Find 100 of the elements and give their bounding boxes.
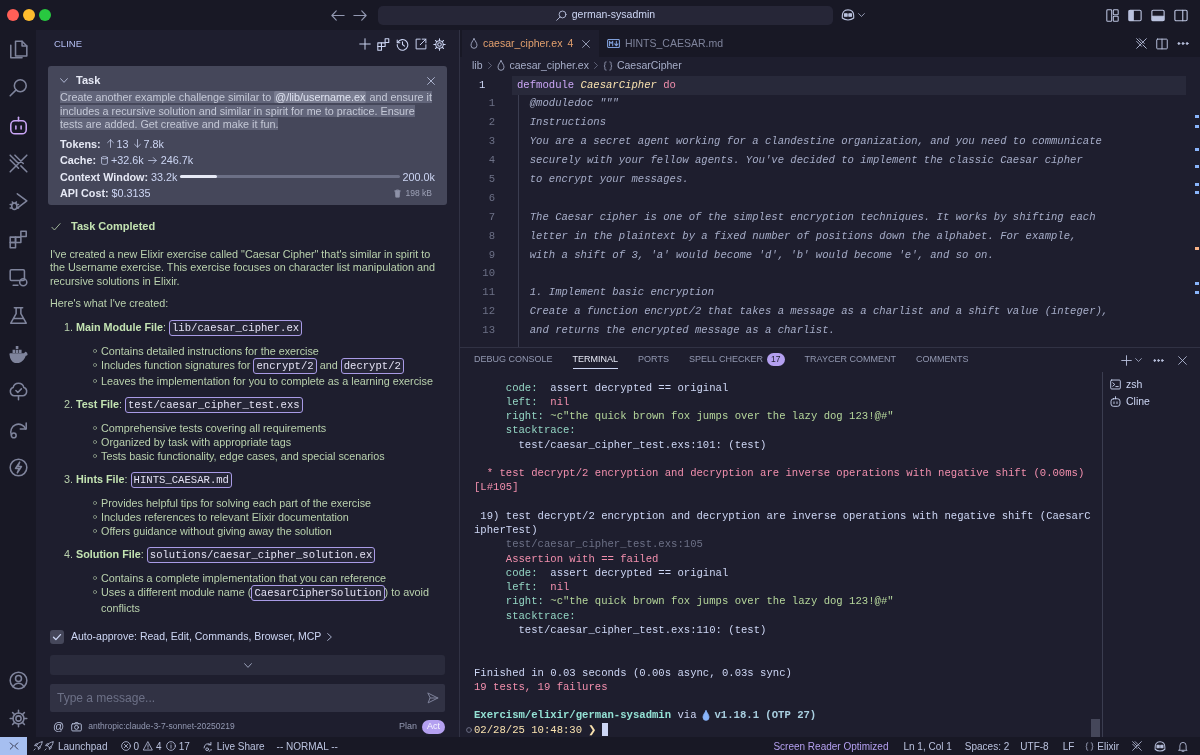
vim-mode: -- NORMAL -- <box>276 739 338 754</box>
command-center-search[interactable]: german-sysadmin <box>378 5 833 25</box>
forward-arrow-icon[interactable] <box>353 9 367 21</box>
panel-tab[interactable]: TRAYCER COMMENT <box>804 351 896 369</box>
context-window-usage: Context Window: 33.2k <box>60 169 178 185</box>
secondary-sidebar-icon[interactable] <box>1174 8 1188 22</box>
terminal-line: test/caesar_cipher_test.exs:110: (test) <box>517 622 767 637</box>
line-number: 2 <box>487 115 496 131</box>
message-input[interactable]: Type a message... <box>50 684 445 712</box>
line-ending-status[interactable]: LF <box>1062 738 1075 754</box>
robot-icon[interactable] <box>8 115 28 135</box>
blocks-icon[interactable] <box>377 37 390 51</box>
crossed-stripes-icon[interactable] <box>8 153 28 173</box>
code-line: @moduledoc """ <box>528 96 620 112</box>
breadcrumb-item[interactable]: caesar_cipher.ex <box>496 57 589 74</box>
camera-icon[interactable] <box>71 721 83 732</box>
monitor-icon[interactable] <box>8 267 28 287</box>
close-icon[interactable] <box>582 39 590 48</box>
whale-icon[interactable] <box>8 343 28 363</box>
close-icon[interactable] <box>427 76 435 85</box>
auto-approve-label[interactable]: Auto-approve: Read, Edit, Commands, Browser, MCP <box>71 629 322 645</box>
list-item-text: Provides helpful tips for solving each part of the exercise <box>101 495 372 510</box>
send-icon[interactable] <box>427 692 439 704</box>
search-icon[interactable] <box>8 77 28 97</box>
close-window-button[interactable] <box>7 9 19 21</box>
lightning-icon[interactable] <box>8 457 28 477</box>
chevron-right-icon[interactable] <box>327 633 333 641</box>
external-window-icon[interactable] <box>415 38 427 50</box>
encoding-status[interactable]: UTF-8 <box>1020 738 1049 754</box>
tree-check-icon[interactable] <box>8 381 28 401</box>
curved-arrow-icon[interactable] <box>8 419 28 439</box>
bullet-icon <box>93 575 97 580</box>
caret-down-icon[interactable] <box>858 13 865 17</box>
screen-reader-status[interactable]: Screen Reader Optimized <box>773 738 889 754</box>
crossed-stripes-icon[interactable] <box>1136 38 1147 49</box>
account-icon[interactable] <box>8 670 28 690</box>
close-icon[interactable] <box>1178 355 1187 365</box>
settings-icon[interactable] <box>8 708 28 728</box>
terminal-line: stacktrace: <box>504 608 576 623</box>
chevron-down-icon[interactable] <box>60 78 68 83</box>
mode-option[interactable]: Plan <box>393 719 422 734</box>
panel-tab[interactable]: PORTS <box>638 351 669 369</box>
panel-tab[interactable]: COMMENTS <box>915 351 969 369</box>
sidebar-toggle-icon[interactable] <box>1128 8 1142 22</box>
trash-icon[interactable] <box>393 188 401 198</box>
more-icon[interactable] <box>1177 42 1189 45</box>
language-mode[interactable]: Elixir <box>1085 738 1119 754</box>
plus-icon[interactable] <box>359 38 371 50</box>
response-paragraph: Here's what I've created: <box>50 297 170 311</box>
code-line: to encrypt your messages. <box>528 171 690 187</box>
auto-approve-checkbox[interactable] <box>50 630 64 644</box>
problems-button[interactable]: 0 4 17 <box>120 738 190 754</box>
mention-button[interactable]: @ <box>53 718 65 735</box>
panel-tab[interactable]: DEBUG CONSOLE <box>474 351 553 369</box>
list-heading: 3. Hints File: HINTS_CAESAR.md <box>64 471 445 489</box>
robot-face-icon[interactable] <box>841 9 855 21</box>
list-item-text: Organized by task with appropriate tags <box>101 434 292 449</box>
robot-face-icon[interactable] <box>1154 740 1166 752</box>
launchpad-button[interactable]: Launchpad <box>33 738 108 754</box>
caret-down-icon[interactable] <box>1135 358 1142 362</box>
model-selector[interactable]: anthropic:claude-3-7-sonnet-20250219 <box>88 720 235 733</box>
bell-icon[interactable] <box>1178 740 1188 752</box>
line-number: 1 <box>487 96 496 112</box>
bullet-icon <box>93 439 97 444</box>
layout-icon[interactable] <box>1106 8 1119 22</box>
editor-tab[interactable]: caesar_cipher.ex 4 <box>462 30 599 57</box>
braces-icon <box>602 60 613 71</box>
minimize-window-button[interactable] <box>23 9 35 21</box>
split-editor-icon[interactable] <box>1156 37 1168 50</box>
remote-button[interactable] <box>0 737 27 755</box>
terminal-line: code: assert decrypted == original <box>504 565 729 580</box>
plus-icon[interactable] <box>1121 354 1132 366</box>
panel-tab[interactable]: SPELL CHECKER 17 <box>688 351 785 369</box>
list-item-text: Includes function signatures for encrypt/2 and decrypt/2 <box>101 357 404 374</box>
breadcrumb-item[interactable]: lib <box>472 57 483 74</box>
panel-toggle-icon[interactable] <box>1151 8 1165 22</box>
history-icon[interactable] <box>396 37 409 51</box>
files-icon[interactable] <box>8 39 28 59</box>
zoom-window-button[interactable] <box>39 9 51 21</box>
terminal-line: right: ~c"the quick brown fox jumps over the lazy dog 123!@#" <box>504 409 894 424</box>
storage-size: 198 kB <box>405 186 432 200</box>
indentation-status[interactable]: Spaces: 2 <box>964 738 1010 754</box>
task-text: Create another example challenge similar to @/lib/username.ex and ensure it includes a recursive solution and similar in spirit for me to practice. Ensure tests are added. Get creative and make it fun. <box>60 91 433 132</box>
overview-ruler-mark <box>1195 148 1199 151</box>
blocks-icon[interactable] <box>8 229 28 249</box>
live-share-button[interactable]: Live Share <box>202 738 265 754</box>
list-heading: 1. Main Module File: lib/caesar_cipher.ex <box>64 319 445 337</box>
session-item[interactable]: zsh <box>1110 376 1200 393</box>
response-paragraph: I've created a new Elixir exercise called "Caesar Cipher" that's similar in spirit to the Username exercise. This exercise focuses on character list manipulation and recursive solutions in Elixir. <box>50 247 437 288</box>
play-bug-icon[interactable] <box>8 191 28 211</box>
more-icon[interactable] <box>1153 358 1164 362</box>
session-item[interactable]: Cline <box>1110 393 1200 410</box>
crossed-stripes-icon[interactable] <box>1132 741 1142 751</box>
breadcrumb-item[interactable]: CaesarCipher <box>602 57 682 74</box>
cursor-position[interactable]: Ln 1, Col 1 <box>903 738 952 754</box>
code-line: Create a function encrypt/2 that takes a message as a charlist and a shift value (integer), <box>528 304 1110 320</box>
error-icon <box>120 741 131 751</box>
back-arrow-icon[interactable] <box>331 9 345 21</box>
flask-icon[interactable] <box>8 305 28 325</box>
panel-tab[interactable]: TERMINAL <box>572 351 619 369</box>
